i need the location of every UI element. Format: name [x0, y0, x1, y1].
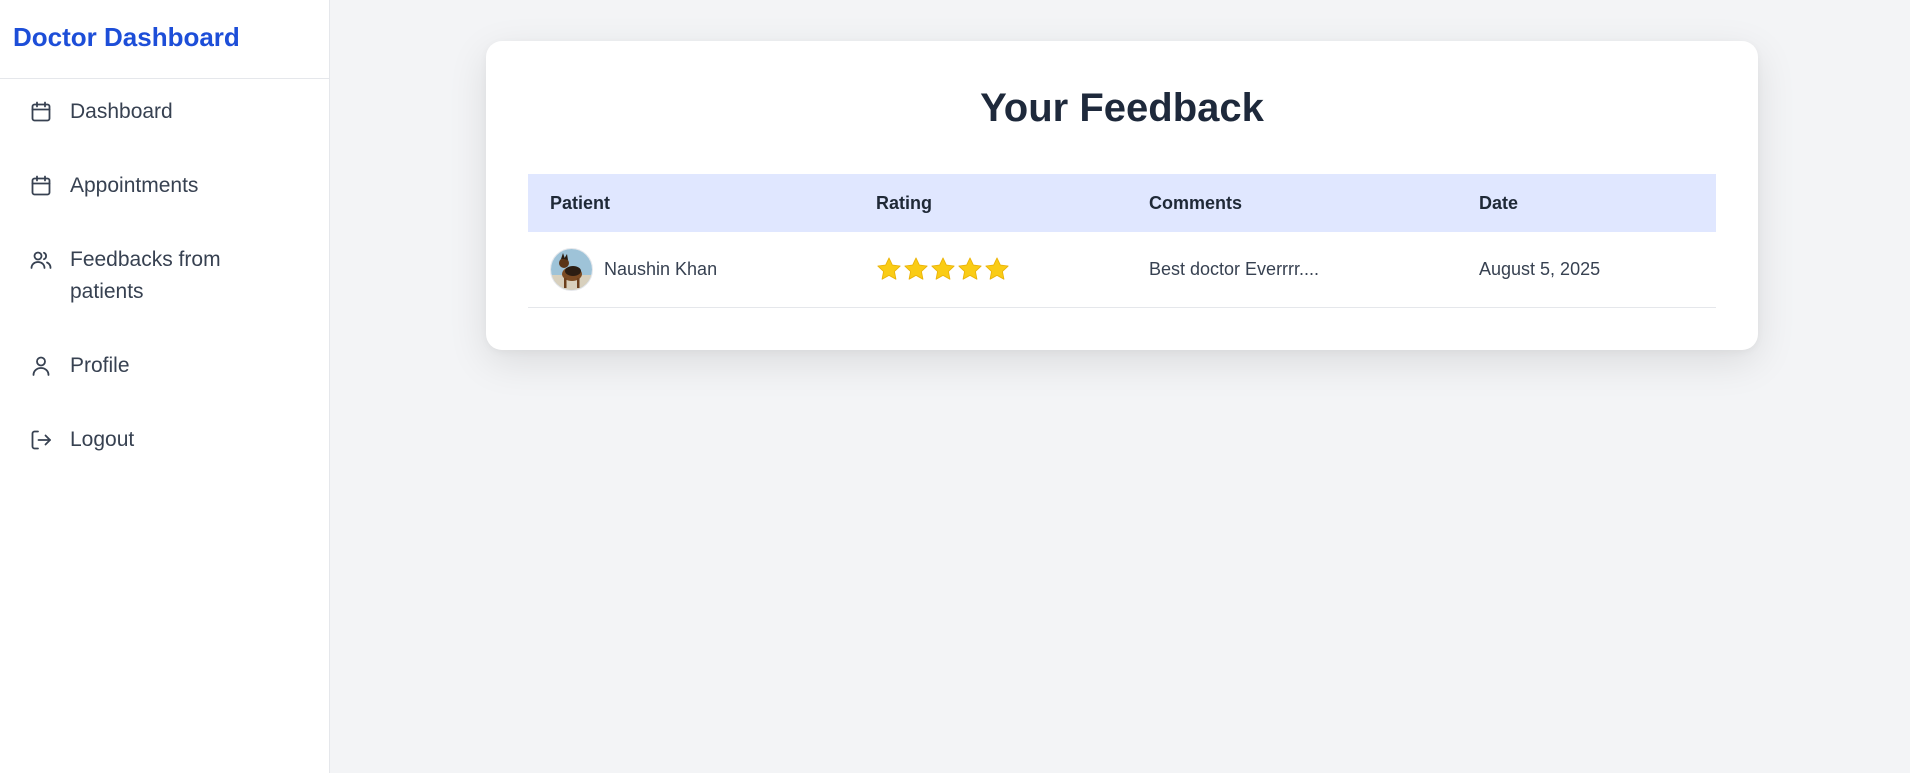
patient-name: Naushin Khan	[604, 258, 718, 279]
sidebar-item-label: Appointments	[70, 174, 199, 197]
sidebar-item-label: Dashboard	[70, 100, 173, 123]
sidebar-item-label: Feedbacks from patients	[70, 248, 221, 303]
users-icon	[28, 244, 54, 276]
calendar-icon	[28, 170, 54, 202]
feedback-card: Your Feedback Patient Rating Comments Da…	[486, 41, 1758, 350]
column-header-date: Date	[1479, 192, 1519, 213]
sidebar: Doctor Dashboard Dashboard Appointments …	[0, 0, 330, 773]
cell-rating	[854, 232, 1127, 307]
column-header-patient: Patient	[550, 192, 611, 213]
table-header-row: Patient Rating Comments Date	[528, 174, 1716, 232]
page-title: Your Feedback	[980, 86, 1264, 130]
sidebar-item-feedbacks[interactable]: Feedbacks from patients	[0, 244, 329, 308]
main-content: Your Feedback Patient Rating Comments Da…	[330, 0, 1910, 773]
table-body: Naushin Khan Best doctor Everrrr.... Aug…	[528, 232, 1716, 307]
sidebar-item-dashboard[interactable]: Dashboard	[0, 96, 329, 128]
column-header-comments: Comments	[1149, 192, 1243, 213]
sidebar-item-label: Logout	[70, 428, 135, 451]
user-icon	[28, 350, 54, 382]
table-header: Patient Rating Comments Date	[528, 174, 1716, 232]
sidebar-item-logout[interactable]: Logout	[0, 424, 329, 456]
column-header-rating: Rating	[876, 192, 932, 213]
cell-date: August 5, 2025	[1479, 258, 1601, 279]
brand-title: Doctor Dashboard	[0, 0, 329, 79]
table-row: Naushin Khan Best doctor Everrrr.... Aug…	[528, 232, 1716, 307]
star-rating	[876, 256, 1127, 282]
sidebar-item-profile[interactable]: Profile	[0, 350, 329, 382]
star-icon	[958, 257, 982, 280]
sidebar-nav: Dashboard Appointments Feedbacks from pa…	[0, 79, 329, 456]
sidebar-item-label: Profile	[70, 354, 130, 377]
logout-icon	[28, 424, 54, 456]
star-icon	[877, 257, 901, 280]
star-icon	[931, 257, 955, 280]
cell-patient: Naushin Khan	[528, 232, 854, 307]
calendar-icon	[28, 96, 54, 128]
sidebar-item-appointments[interactable]: Appointments	[0, 170, 329, 202]
star-icon	[904, 257, 928, 280]
patient-info: Naushin Khan	[550, 247, 854, 291]
cell-comments: Best doctor Everrrr....	[1149, 258, 1320, 279]
app-root: Doctor Dashboard Dashboard Appointments …	[0, 0, 1910, 773]
feedback-table: Patient Rating Comments Date Naushin Kha…	[528, 174, 1716, 308]
star-icon	[985, 257, 1009, 280]
avatar	[550, 247, 593, 291]
